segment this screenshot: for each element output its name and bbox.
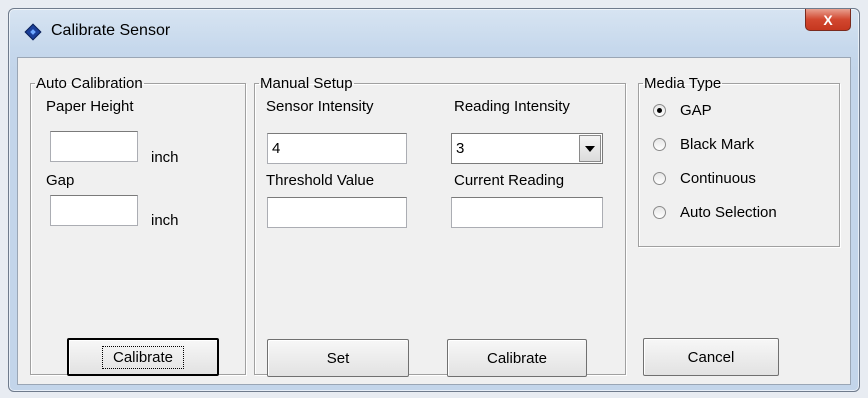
close-button[interactable]: X xyxy=(805,9,851,31)
paper-height-input[interactable] xyxy=(50,131,138,162)
auto-calibration-legend: Auto Calibration xyxy=(36,75,143,92)
media-option-label: Auto Selection xyxy=(680,204,777,221)
cancel-button[interactable]: Cancel xyxy=(643,338,779,376)
gap-input[interactable] xyxy=(50,195,138,226)
window-title: Calibrate Sensor xyxy=(51,22,171,39)
media-option-gap[interactable]: GAP xyxy=(653,102,712,119)
threshold-value-label: Threshold Value xyxy=(266,172,375,189)
dialog-client-area: Auto Calibration Paper Height inch Gap i… xyxy=(17,57,851,385)
paper-height-unit: inch xyxy=(151,149,179,166)
reading-intensity-dropdown[interactable]: 3 xyxy=(451,133,603,164)
set-button[interactable]: Set xyxy=(267,339,409,377)
media-option-black-mark[interactable]: Black Mark xyxy=(653,136,754,153)
sensor-intensity-input[interactable] xyxy=(267,133,407,164)
radio-selected-icon[interactable] xyxy=(653,104,666,117)
radio-unselected-icon[interactable] xyxy=(653,206,666,219)
current-reading-input[interactable] xyxy=(451,197,603,228)
media-option-label: GAP xyxy=(680,102,712,119)
reading-intensity-value: 3 xyxy=(456,140,465,157)
radio-unselected-icon[interactable] xyxy=(653,138,666,151)
manual-setup-legend: Manual Setup xyxy=(260,75,353,92)
current-reading-label: Current Reading xyxy=(454,172,565,189)
chevron-down-icon[interactable] xyxy=(579,135,601,162)
reading-intensity-label: Reading Intensity xyxy=(454,98,570,115)
media-type-legend: Media Type xyxy=(644,75,722,92)
manual-calibrate-button[interactable]: Calibrate xyxy=(447,339,587,377)
media-option-continuous[interactable]: Continuous xyxy=(653,170,756,187)
app-icon xyxy=(24,23,42,41)
calibrate-sensor-window: Calibrate Sensor X Auto Calibration Pape… xyxy=(8,8,860,392)
media-option-label: Continuous xyxy=(680,170,756,187)
media-type-group: Media Type xyxy=(638,75,840,247)
gap-label: Gap xyxy=(46,172,75,189)
sensor-intensity-label: Sensor Intensity xyxy=(266,98,374,115)
radio-unselected-icon[interactable] xyxy=(653,172,666,185)
media-option-label: Black Mark xyxy=(680,136,755,153)
gap-unit: inch xyxy=(151,212,179,229)
threshold-value-input[interactable] xyxy=(267,197,407,228)
media-option-auto-selection[interactable]: Auto Selection xyxy=(653,204,777,221)
title-bar[interactable]: Calibrate Sensor X xyxy=(9,9,859,53)
auto-calibrate-button[interactable]: Calibrate xyxy=(67,338,219,376)
paper-height-label: Paper Height xyxy=(46,98,134,115)
auto-calibrate-button-label: Calibrate xyxy=(101,345,185,369)
